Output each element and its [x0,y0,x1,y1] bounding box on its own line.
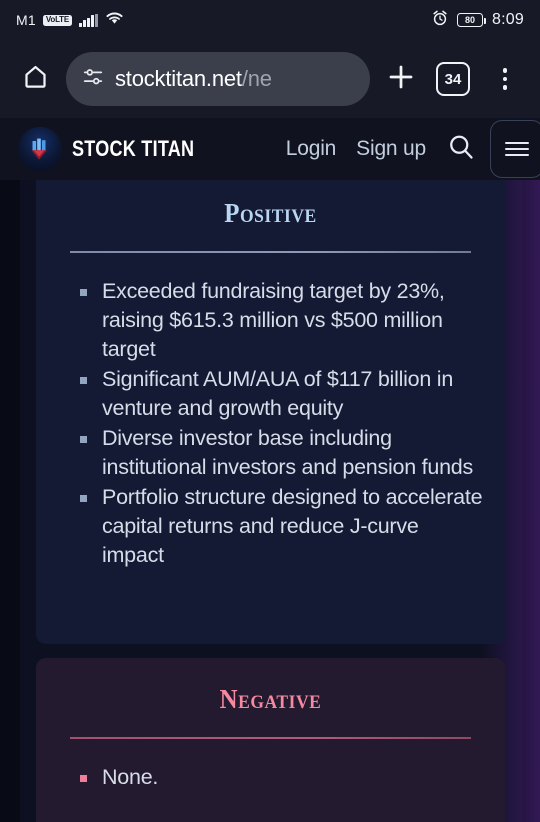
url-path: /ne [241,66,272,91]
negative-card: Negative None. [36,658,505,822]
new-tab-button[interactable] [380,58,422,100]
tab-count-badge: 34 [436,62,470,96]
browser-toolbar: stocktitan.net/ne 34 [0,40,540,118]
list-item: Exceeded fundraising target by 23%, rais… [80,277,483,364]
plus-icon [386,62,416,97]
site-header: STOCK TITAN Login Sign up [0,118,540,180]
tune-sliders-icon[interactable] [82,66,104,93]
search-button[interactable] [446,132,476,167]
browser-menu-button[interactable] [484,58,526,100]
list-item: Diverse investor base including institut… [80,424,483,482]
wifi-icon [105,11,124,30]
positive-bullet-list: Exceeded fundraising target by 23%, rais… [36,277,505,570]
clock-label: 8:09 [492,11,524,28]
signup-link[interactable]: Sign up [356,137,426,161]
login-link[interactable]: Login [286,137,337,161]
carrier-label: M1 [16,12,36,28]
hamburger-menu-icon [505,138,529,161]
site-menu-button[interactable] [490,120,540,178]
url-host: stocktitan.net [115,66,242,91]
list-item: None. [80,763,483,792]
phone-status-bar: M1 VoLTE 80 8:09 [0,0,540,40]
negative-bullet-list: None. [36,763,505,792]
brand-name[interactable]: STOCK TITAN [72,136,194,162]
signal-bars-icon [79,13,98,27]
alarm-clock-icon [432,10,448,31]
positive-divider [70,251,471,253]
search-icon [446,135,476,166]
list-item: Significant AUM/AUA of $117 billion in v… [80,365,483,423]
list-item: Portfolio structure designed to accelera… [80,483,483,570]
home-button[interactable] [14,58,56,100]
home-icon [22,63,49,95]
battery-icon: 80 [457,13,486,27]
url-text: stocktitan.net/ne [115,66,272,92]
stock-titan-logo-icon[interactable] [18,127,62,171]
url-bar[interactable]: stocktitan.net/ne [66,52,370,106]
page-body: Positive Exceeded fundraising target by … [0,180,540,822]
volte-badge: VoLTE [42,14,73,26]
header-nav: Login Sign up [286,132,490,167]
three-dot-menu-icon [502,68,508,90]
negative-divider [70,737,471,739]
positive-card: Positive Exceeded fundraising target by … [36,180,505,644]
status-bar-left: M1 VoLTE [16,11,124,30]
tab-switcher-button[interactable]: 34 [432,58,474,100]
status-bar-right: 80 8:09 [432,10,524,31]
battery-level-label: 80 [465,14,476,25]
negative-title: Negative [219,684,322,714]
positive-title: Positive [224,198,317,228]
